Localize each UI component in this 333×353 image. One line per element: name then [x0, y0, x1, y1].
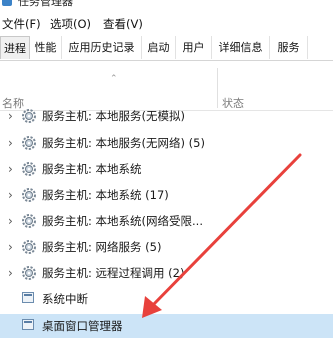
list-item-label: 系统中断	[42, 292, 88, 306]
list-item-label: 服务主机: 本地服务(无模拟)	[42, 109, 186, 123]
menu-file[interactable]: 文件(F)	[2, 16, 41, 32]
list-item[interactable]: › 服务主机: 网络服务 (5)	[0, 235, 333, 259]
list-item-label: 服务主机: 本地系统 (17)	[42, 188, 169, 202]
chevron-right-icon[interactable]: ›	[8, 110, 18, 122]
list-item-label: 服务主机: 网络服务 (5)	[42, 240, 162, 254]
tab-app-history[interactable]: 应用历史记录	[62, 36, 142, 59]
process-list: › 服务主机: 本地服务(无模拟) › 服务主机: 本地服务(无网络) (5) …	[0, 109, 333, 353]
tab-users[interactable]: 用户	[176, 36, 212, 59]
gear-icon	[22, 214, 36, 228]
chevron-right-icon[interactable]: ›	[8, 189, 18, 201]
list-item[interactable]: › 服务主机: 本地系统	[0, 157, 333, 181]
chevron-right-icon[interactable]: ›	[8, 163, 18, 175]
gear-icon	[22, 266, 36, 280]
window-title: 任务管理器	[18, 0, 73, 8]
tab-performance[interactable]: 性能	[30, 36, 62, 59]
list-item-label: 服务主机: 本地系统	[42, 162, 142, 176]
gear-icon	[22, 240, 36, 254]
list-item[interactable]: › 服务主机: 远程过程调用 (2)	[0, 261, 333, 285]
title-bar: 任务管理器	[0, 0, 333, 12]
chevron-right-icon[interactable]: ›	[8, 215, 18, 227]
list-item-label: 服务主机: 远程过程调用 (2)	[42, 266, 185, 280]
gear-icon	[22, 188, 36, 202]
list-item-label: 桌面窗口管理器	[42, 319, 123, 333]
list-item-label: 服务主机: 本地系统(网络受限...	[42, 214, 203, 228]
column-divider[interactable]	[217, 68, 218, 108]
tab-processes[interactable]: 进程	[0, 36, 30, 59]
list-item[interactable]: 系统中断	[0, 287, 333, 311]
menu-bar: 文件(F) 选项(O) 查看(V)	[0, 12, 333, 34]
gear-icon	[22, 136, 36, 150]
chevron-right-icon[interactable]: ›	[8, 267, 18, 279]
gear-icon	[22, 109, 36, 123]
list-item-label: 服务主机: 本地服务(无网络) (5)	[42, 136, 205, 150]
chevron-right-icon[interactable]: ›	[8, 137, 18, 149]
list-item-selected[interactable]: 桌面窗口管理器	[0, 314, 333, 338]
menu-view[interactable]: 查看(V)	[103, 16, 143, 32]
sort-caret-icon[interactable]: ⌃	[110, 74, 120, 84]
task-manager-icon	[2, 0, 12, 6]
chevron-right-icon[interactable]: ›	[8, 241, 18, 253]
process-icon	[22, 292, 34, 303]
process-icon	[22, 319, 34, 330]
list-item[interactable]: › 服务主机: 本地服务(无网络) (5)	[0, 131, 333, 155]
list-item[interactable]: › 服务主机: 本地系统 (17)	[0, 183, 333, 207]
tab-services[interactable]: 服务	[270, 36, 308, 59]
gear-icon	[22, 162, 36, 176]
menu-options[interactable]: 选项(O)	[50, 16, 91, 32]
tab-startup[interactable]: 启动	[142, 36, 176, 59]
tab-strip: 进程 性能 应用历史记录 启动 用户 详细信息 服务	[0, 36, 333, 61]
list-item[interactable]: › 服务主机: 本地系统(网络受限...	[0, 209, 333, 233]
list-item[interactable]: › 服务主机: 本地服务(无模拟)	[0, 104, 333, 128]
tab-details[interactable]: 详细信息	[212, 36, 270, 59]
